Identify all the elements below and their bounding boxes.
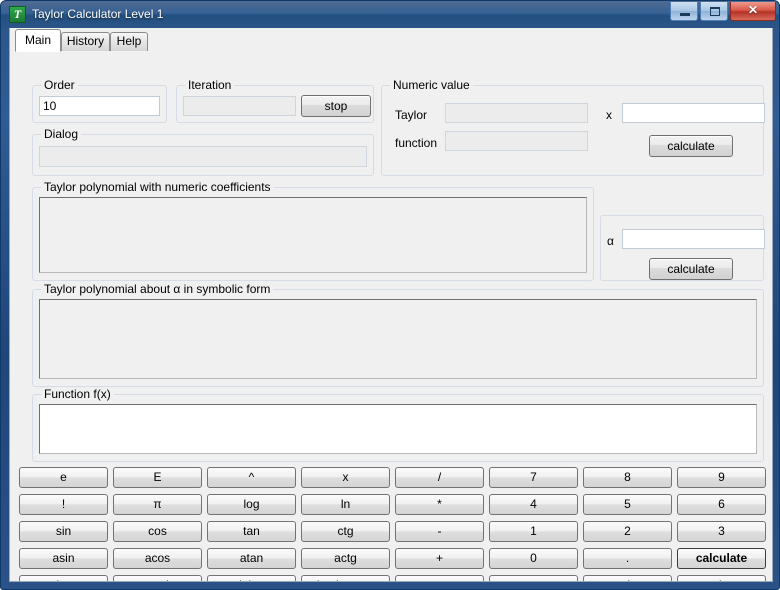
key-paren-close[interactable]: )	[677, 575, 766, 581]
tab-main[interactable]: Main	[15, 29, 61, 52]
key-actg[interactable]: actg	[301, 548, 390, 569]
tab-help[interactable]: Help	[110, 32, 148, 52]
minimize-button[interactable]	[670, 2, 698, 21]
key-cos[interactable]: cos	[113, 521, 202, 542]
key-9[interactable]: 9	[677, 467, 766, 488]
maximize-button[interactable]	[700, 2, 728, 21]
minimize-icon	[680, 13, 690, 16]
key-cursor-right[interactable]: -->	[489, 575, 578, 581]
key-plus[interactable]: +	[395, 548, 484, 569]
key-divide[interactable]: /	[395, 467, 484, 488]
key-calculate[interactable]: calculate	[677, 548, 766, 569]
close-button[interactable]: ✕	[730, 2, 776, 21]
key-0[interactable]: 0	[489, 548, 578, 569]
key-ctg[interactable]: ctg	[301, 521, 390, 542]
key-decimal-point[interactable]: .	[583, 548, 672, 569]
keypad: e E ^ x/7 8 9! π log ln * 4 5 6 sin cos tan ctg -1 2 3 asin a…	[10, 51, 772, 581]
key-sin[interactable]: sin	[19, 521, 108, 542]
key-acos[interactable]: acos	[113, 548, 202, 569]
key-2[interactable]: 2	[583, 521, 672, 542]
tab-history[interactable]: History	[61, 32, 110, 52]
key-3[interactable]: 3	[677, 521, 766, 542]
key-asin[interactable]: asin	[19, 548, 108, 569]
app-icon: T	[9, 6, 26, 23]
key-paren-open[interactable]: (	[583, 575, 672, 581]
key-4[interactable]: 4	[489, 494, 578, 515]
application-window: T Taylor Calculator Level 1 ✕ Main Histo…	[0, 0, 780, 590]
key-e[interactable]: e	[19, 467, 108, 488]
key-power[interactable]: ^	[207, 467, 296, 488]
key-backspace[interactable]: backspace	[301, 575, 390, 581]
close-icon: ✕	[747, 3, 759, 17]
maximize-icon	[710, 7, 720, 16]
title-bar[interactable]: T Taylor Calculator Level 1 ✕	[1, 1, 779, 28]
client-area: Main History Help Order 10 Iteration sto…	[9, 28, 773, 582]
key-log[interactable]: log	[207, 494, 296, 515]
key-atan[interactable]: atan	[207, 548, 296, 569]
key-5[interactable]: 5	[583, 494, 672, 515]
key-delete[interactable]: delete	[207, 575, 296, 581]
window-title: Taylor Calculator Level 1	[32, 7, 164, 21]
caption-buttons: ✕	[670, 2, 776, 21]
tab-page-main: Order 10 Iteration stop Dialog Numeric v…	[10, 51, 772, 581]
key-factorial[interactable]: !	[19, 494, 108, 515]
key-ln[interactable]: ln	[301, 494, 390, 515]
key-clear[interactable]: clear	[19, 575, 108, 581]
tab-strip: Main History Help	[10, 28, 772, 52]
key-result[interactable]: result	[113, 575, 202, 581]
key-tan[interactable]: tan	[207, 521, 296, 542]
key-x[interactable]: x	[301, 467, 390, 488]
key-cursor-left[interactable]: <--	[395, 575, 484, 581]
key-7[interactable]: 7	[489, 467, 578, 488]
key-E[interactable]: E	[113, 467, 202, 488]
key-minus[interactable]: -	[395, 521, 484, 542]
key-6[interactable]: 6	[677, 494, 766, 515]
key-1[interactable]: 1	[489, 521, 578, 542]
key-pi[interactable]: π	[113, 494, 202, 515]
key-8[interactable]: 8	[583, 467, 672, 488]
key-multiply[interactable]: *	[395, 494, 484, 515]
